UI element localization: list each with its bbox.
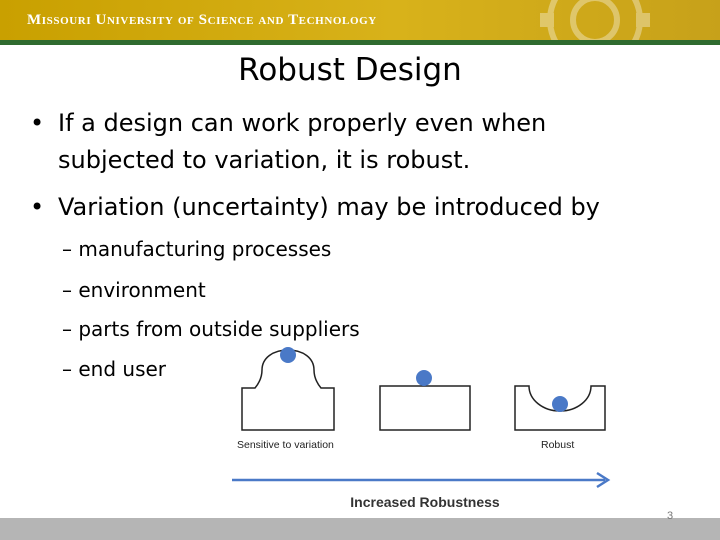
sensitive-ball xyxy=(280,347,296,363)
label-sensitive: Sensitive to variation xyxy=(237,439,334,451)
subbullet-end-user: – end user xyxy=(62,357,167,381)
slide: Missouri University of Science and Techn… xyxy=(0,0,720,540)
bullet-dot: • xyxy=(30,193,45,221)
robust-ball xyxy=(552,396,568,412)
neutral-shape xyxy=(379,385,471,431)
neutral-ball xyxy=(416,370,432,386)
page-number: 3 xyxy=(667,510,674,522)
bullet-1-line-2: subjected to variation, it is robust. xyxy=(58,146,471,174)
bullet-2-text: Variation (uncertainty) may be introduce… xyxy=(58,193,600,221)
label-robust: Robust xyxy=(541,439,574,451)
gear-watermark-icon xyxy=(540,0,650,40)
university-name: Missouri University of Science and Techn… xyxy=(27,12,377,28)
subbullet-environment: – environment xyxy=(62,278,206,302)
header-banner: Missouri University of Science and Techn… xyxy=(0,0,720,40)
header-stripe xyxy=(0,40,720,45)
bullet-dot: • xyxy=(30,109,45,137)
arrow-label: Increased Robustness xyxy=(350,494,500,510)
bullet-1-line-1: If a design can work properly even when xyxy=(58,109,547,137)
footer-bar xyxy=(0,518,720,540)
subbullet-manufacturing: – manufacturing processes xyxy=(62,237,332,261)
slide-title: Robust Design xyxy=(238,52,462,88)
robustness-diagram: Sensitive to variation Robust Increased … xyxy=(232,347,611,510)
